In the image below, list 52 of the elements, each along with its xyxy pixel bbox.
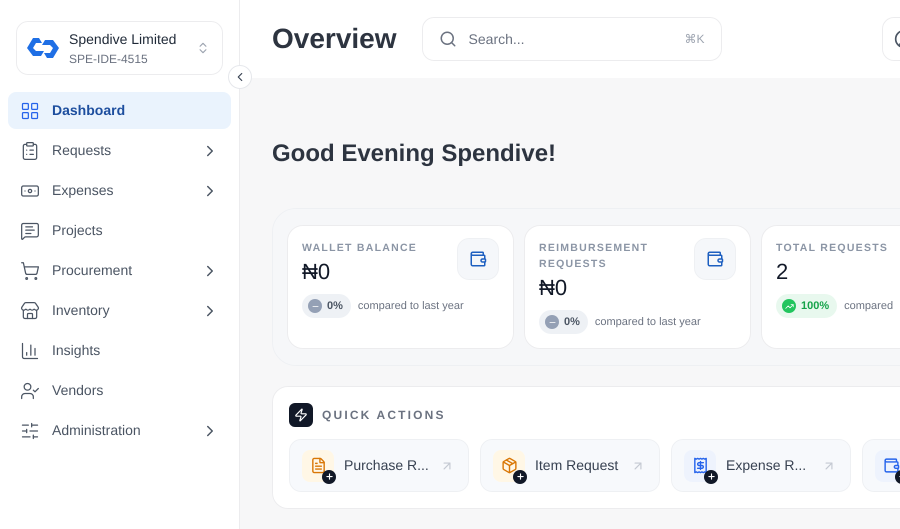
org-name: Spendive Limited <box>69 30 178 49</box>
sidebar-item[interactable]: Projects <box>8 212 231 249</box>
section-title: QUICK ACTIONS <box>322 407 446 424</box>
sidebar-item[interactable]: Expenses <box>8 172 231 209</box>
lightning-icon <box>289 403 313 427</box>
change-note: compared <box>844 298 894 314</box>
sidebar-item[interactable]: Requests <box>8 132 231 169</box>
user-check-icon <box>20 380 40 400</box>
grid-icon <box>20 100 40 120</box>
greeting: Good Evening Spendive! <box>272 139 558 168</box>
change-note: compared to last year <box>358 298 464 314</box>
search-icon <box>438 30 457 48</box>
trend-up-icon <box>782 299 796 313</box>
sidebar-item[interactable]: Administration <box>8 412 231 449</box>
store-icon <box>20 300 40 320</box>
search-input[interactable]: Search... <box>468 28 673 50</box>
cart-icon <box>20 260 40 280</box>
wallet-icon <box>469 250 487 268</box>
wallet-icon <box>875 450 900 482</box>
stat-label: REIMBURSEMENT REQUESTS <box>539 241 650 272</box>
sidebar-item[interactable]: Dashboard <box>8 92 231 129</box>
stat-value: ₦0 <box>302 258 330 286</box>
change-badge: 100% <box>776 294 838 318</box>
receipt-icon <box>684 450 716 482</box>
quick-action-button[interactable]: Purchase R... <box>289 439 469 492</box>
stat-value: ₦0 <box>539 274 568 302</box>
minus-icon <box>545 315 559 329</box>
sidebar-item[interactable]: Vendors <box>8 372 231 409</box>
shortcut-hint: ⌘K <box>684 31 705 48</box>
change-badge: 0% <box>302 294 351 318</box>
sidebar-item[interactable]: Inventory <box>8 292 231 329</box>
page-title: Overview <box>272 22 397 56</box>
stat-value: 2 <box>776 258 788 286</box>
wallet-icon <box>706 250 724 268</box>
change-badge: 0% <box>539 310 588 334</box>
sidebar-item[interactable]: Insights <box>8 332 231 369</box>
change-note: compared to last year <box>594 314 701 330</box>
stat-label: WALLET BALANCE <box>302 241 418 256</box>
chart-icon <box>20 340 40 360</box>
stat-label: TOTAL REQUESTS <box>776 241 890 256</box>
chat-icon <box>20 220 40 240</box>
org-code: SPE-IDE-4515 <box>69 50 149 68</box>
sidebar-item[interactable]: Procurement <box>8 252 231 289</box>
quick-action-button[interactable]: Item Request <box>480 439 660 492</box>
clipboard-icon <box>20 140 40 160</box>
sliders-icon <box>20 420 40 440</box>
minus-icon <box>308 299 322 313</box>
document-icon <box>302 450 334 482</box>
org-switcher[interactable]: Spendive Limited SPE-IDE-4515 <box>16 21 223 75</box>
package-icon <box>493 450 525 482</box>
logo-icon <box>25 36 61 60</box>
quick-action-button[interactable]: Expense R... <box>671 439 851 492</box>
